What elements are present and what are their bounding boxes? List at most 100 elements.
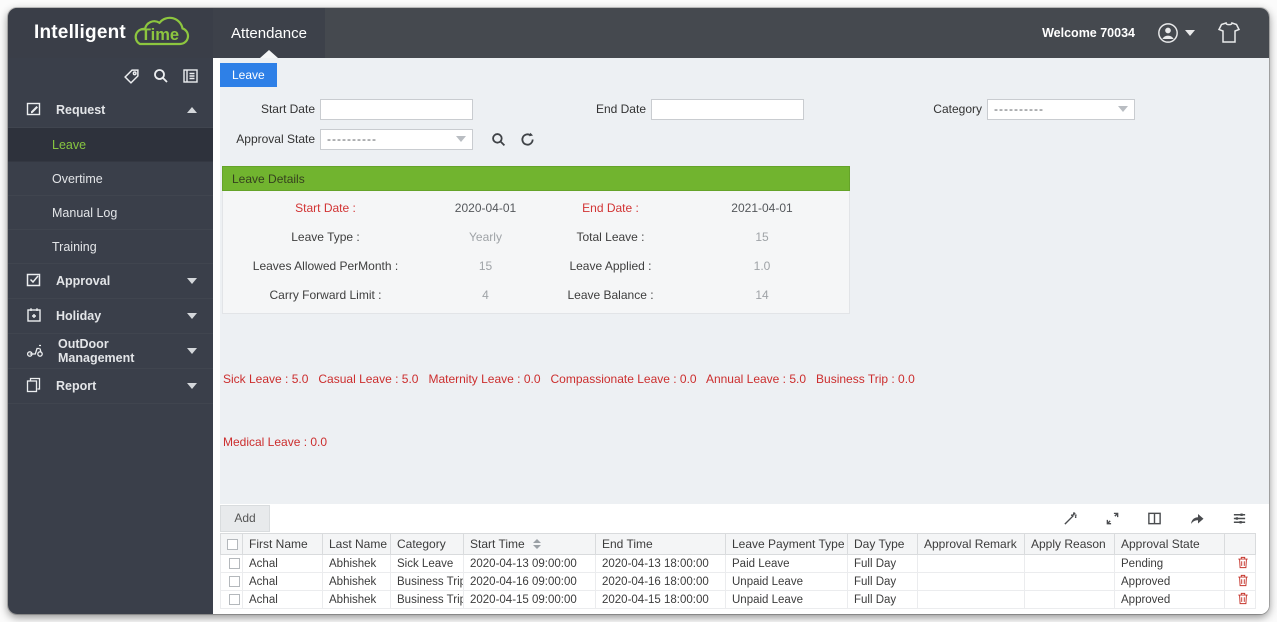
ld-label: Leaves Allowed PerMonth : <box>252 258 399 273</box>
app-window: Intelligent Time Attendance Welcome 7003… <box>8 8 1269 614</box>
cell-approval-state: Approved <box>1114 590 1225 609</box>
col-start-time[interactable]: Start Time <box>463 533 596 555</box>
table-row[interactable]: Achal Abhishek Business Trip 2020-04-15 … <box>220 590 1256 609</box>
sidebar-item-label: Manual Log <box>52 205 118 220</box>
cell-first-name: Achal <box>242 554 323 573</box>
col-last-name[interactable]: Last Name <box>322 533 391 555</box>
row-checkbox[interactable] <box>229 575 240 587</box>
empty-area <box>220 609 1269 614</box>
magic-wand-icon[interactable] <box>1063 511 1078 526</box>
top-header: Intelligent Time Attendance Welcome 7003… <box>8 8 1269 58</box>
ld-value: 2021-04-01 <box>731 200 793 215</box>
edit-square-icon <box>26 101 42 120</box>
sidebar-item-label: Overtime <box>52 171 103 186</box>
col-leave-payment-type[interactable]: Leave Payment Type <box>725 533 848 555</box>
sidebar-section-request[interactable]: Request <box>8 93 213 128</box>
leave-requests-table: First Name Last Name Category Start Time… <box>220 533 1256 609</box>
sort-icon[interactable] <box>532 539 541 549</box>
tab-leave[interactable]: Leave <box>220 63 277 87</box>
table-row[interactable]: Achal Abhishek Business Trip 2020-04-16 … <box>220 572 1256 591</box>
refresh-icon[interactable] <box>520 132 535 147</box>
cell-apply-reason <box>1024 554 1115 573</box>
sidebar-section-approval[interactable]: Approval <box>8 264 213 299</box>
search-icon[interactable] <box>491 132 506 147</box>
select-all-checkbox[interactable] <box>227 539 238 551</box>
chevron-down-icon <box>187 383 197 389</box>
ld-value: 15 <box>478 258 493 273</box>
user-circle-icon <box>1157 22 1179 44</box>
columns-icon[interactable] <box>1147 511 1162 526</box>
col-approval-remark[interactable]: Approval Remark <box>917 533 1025 555</box>
sidebar-section-label: Request <box>56 103 106 117</box>
list-icon[interactable] <box>182 68 199 85</box>
cell-first-name: Achal <box>242 590 323 609</box>
tab-attendance[interactable]: Attendance <box>213 8 325 58</box>
share-arrow-icon[interactable] <box>1189 511 1205 526</box>
sidebar-tools <box>8 58 213 93</box>
leave-details-row: Leave Type : Yearly Total Leave : 15 <box>223 222 849 251</box>
leave-details-panel: Leave Details Start Date : 2020-04-01 En… <box>222 166 850 314</box>
col-end-time[interactable]: End Time <box>595 533 726 555</box>
search-icon[interactable] <box>153 68 169 85</box>
trash-icon[interactable] <box>1237 574 1249 587</box>
table-row[interactable]: Achal Abhishek Sick Leave 2020-04-13 09:… <box>220 554 1256 573</box>
category-select[interactable]: ---------- <box>987 98 1135 120</box>
approval-state-select-value: ---------- <box>327 132 377 146</box>
start-date-input[interactable] <box>320 98 473 120</box>
cell-approval-state: Pending <box>1114 554 1225 573</box>
expand-icon[interactable] <box>1105 511 1120 526</box>
trash-icon[interactable] <box>1237 556 1249 569</box>
cell-first-name: Achal <box>242 572 323 591</box>
ld-value: 14 <box>755 287 769 302</box>
col-actions <box>1224 533 1256 555</box>
cell-day-type: Full Day <box>847 572 918 591</box>
category-select-value: ---------- <box>994 102 1044 116</box>
col-first-name[interactable]: First Name <box>242 533 323 555</box>
sidebar-section-label: Holiday <box>56 309 102 323</box>
leave-summary-line2: Medical Leave : 0.0 <box>223 435 328 449</box>
trash-icon[interactable] <box>1237 592 1249 605</box>
sidebar-item-leave[interactable]: Leave <box>8 128 213 162</box>
ld-label: Carry Forward Limit : <box>269 287 382 302</box>
chevron-down-icon <box>187 348 197 354</box>
sidebar-item-training[interactable]: Training <box>8 230 213 264</box>
sidebar-scrollbar[interactable] <box>213 58 220 614</box>
sidebar-section-outdoor-management[interactable]: OutDoor Management <box>8 334 213 369</box>
cell-start-time: 2020-04-15 09:00:00 <box>463 590 596 609</box>
tag-icon[interactable] <box>123 68 140 85</box>
col-approval-state[interactable]: Approval State <box>1114 533 1225 555</box>
col-day-type[interactable]: Day Type <box>847 533 918 555</box>
grid-toolbar-icons <box>1063 511 1269 526</box>
chevron-down-icon <box>1118 106 1128 112</box>
app-body: Request Leave Overtime Manual Log Traini… <box>8 58 1269 614</box>
leave-summary-line1: Sick Leave : 5.0 Casual Leave : 5.0 Mate… <box>223 372 915 386</box>
cell-approval-remark <box>917 554 1025 573</box>
cell-start-time: 2020-04-16 09:00:00 <box>463 572 596 591</box>
sidebar-item-manual-log[interactable]: Manual Log <box>8 196 213 230</box>
sidebar: Request Leave Overtime Manual Log Traini… <box>8 58 213 614</box>
category-label: Category <box>933 102 982 116</box>
chevron-up-icon <box>187 107 197 113</box>
leave-details-body: Start Date : 2020-04-01 End Date : 2021-… <box>222 191 850 314</box>
ld-value: 15 <box>755 229 769 244</box>
tshirt-icon[interactable] <box>1217 22 1241 44</box>
col-start-time-label: Start Time <box>470 537 525 551</box>
row-checkbox[interactable] <box>229 557 240 569</box>
sidebar-section-holiday[interactable]: Holiday <box>8 299 213 334</box>
sidebar-section-report[interactable]: Report <box>8 369 213 404</box>
end-date-input[interactable] <box>651 98 804 120</box>
add-button[interactable]: Add <box>220 504 270 532</box>
sidebar-item-overtime[interactable]: Overtime <box>8 162 213 196</box>
cell-category: Business Trip <box>390 572 464 591</box>
user-menu[interactable] <box>1157 22 1195 44</box>
col-apply-reason[interactable]: Apply Reason <box>1024 533 1115 555</box>
ld-label: Leave Balance : <box>567 287 654 302</box>
approval-state-select[interactable]: ---------- <box>320 128 473 150</box>
ld-label: Leave Type : <box>291 229 360 244</box>
header-spacer <box>325 8 1042 58</box>
sliders-icon[interactable] <box>1232 511 1247 526</box>
col-category[interactable]: Category <box>390 533 464 555</box>
row-checkbox[interactable] <box>229 593 240 605</box>
chevron-down-icon <box>1185 30 1195 36</box>
sidebar-section-label: OutDoor Management <box>58 337 135 365</box>
